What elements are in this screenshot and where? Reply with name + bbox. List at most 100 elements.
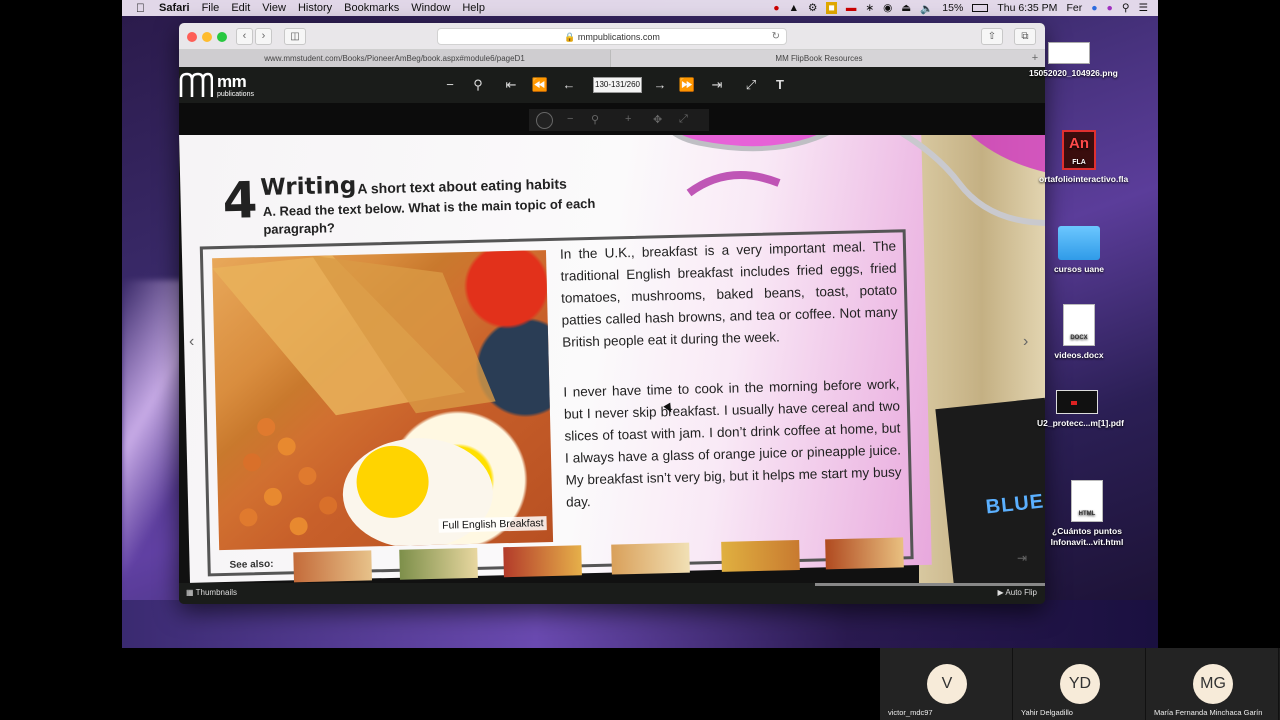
folder-icon — [1058, 226, 1100, 260]
image-file-icon — [1048, 42, 1090, 64]
address-bar[interactable]: 🔒 mmpublications.com ↻ — [437, 28, 787, 45]
next-page-arrow-icon[interactable]: › — [1023, 333, 1028, 351]
fullscreen-icon[interactable]: ⤢ — [741, 76, 761, 94]
logo-subtext: publications — [217, 90, 254, 98]
reading-paragraph-2: I never have time to cook in the morning… — [563, 376, 902, 510]
thumbnails-button[interactable]: ▦ Thumbnails — [186, 588, 237, 597]
creative-cloud-icon[interactable]: ● — [773, 2, 779, 14]
flipbook-toolbar: mm publications − ⚲ ⇤ ⏪ ← 130-131/260 → … — [179, 67, 1045, 103]
user-name[interactable]: Fer — [1066, 2, 1082, 14]
back-arrow-icon[interactable]: ‹ — [236, 28, 253, 45]
docx-subtype: DOCX — [1070, 335, 1088, 341]
battery-icon[interactable] — [972, 4, 989, 12]
minimize-window-icon[interactable] — [202, 32, 212, 42]
macos-menubar:  Safari File Edit View History Bookmark… — [122, 0, 1158, 16]
share-icon[interactable]: ⇧ — [981, 28, 1003, 45]
bluetooth-icon[interactable]: ∗ — [865, 2, 874, 14]
participant-tile[interactable]: V victor_mdc97 — [880, 648, 1013, 720]
previous-page-arrow-icon[interactable]: ‹ — [189, 333, 194, 351]
zoom-minus-icon[interactable]: − — [567, 113, 573, 125]
screen:  Safari File Edit View History Bookmark… — [0, 0, 1280, 720]
desktop-icon-html[interactable]: HTML ¿Cuántos puntos Infonavit...vit.htm… — [1047, 480, 1127, 548]
participant-tile[interactable]: YD Yahir Delgadillo — [1013, 648, 1146, 720]
zoom-out-icon[interactable]: − — [440, 76, 460, 94]
see-also-thumbnail-4[interactable] — [611, 542, 690, 575]
notification-center-icon[interactable]: ☰ — [1139, 2, 1148, 14]
desktop-icon-fla[interactable]: An FLA ortafoliointeractivo.fla — [1039, 130, 1128, 185]
see-also-thumbnail-5[interactable] — [721, 539, 800, 572]
text-tool-icon[interactable]: T — [770, 76, 790, 94]
menu-view[interactable]: View — [256, 2, 292, 14]
desktop-icon-docx[interactable]: DOCX videos.docx — [1039, 304, 1119, 361]
forward-arrow-icon[interactable]: › — [255, 28, 272, 45]
zoom-app-icon[interactable]: ● — [1091, 2, 1097, 14]
see-also-thumbnail-1[interactable] — [293, 550, 372, 583]
avatar: YD — [1060, 664, 1100, 704]
pdf-file-icon — [1056, 390, 1098, 414]
desktop-icon-label: videos.docx — [1054, 350, 1104, 360]
close-window-icon[interactable] — [187, 32, 197, 42]
settings-icon[interactable]: ⚙ — [808, 2, 817, 14]
see-also-thumbnail-3[interactable] — [503, 545, 582, 578]
mm-publications-logo: mm publications — [179, 71, 254, 99]
auto-flip-button[interactable]: ▶ Auto Flip — [997, 588, 1037, 597]
menu-bookmarks[interactable]: Bookmarks — [338, 2, 405, 14]
menubar-status-area: ● ▲ ⚙ ■ ▬ ∗ ◉ ⏏ 🔈 15% Thu 6:35 PM Fer ● … — [773, 0, 1148, 16]
flag-icon[interactable]: ▬ — [846, 2, 857, 14]
zoom-magnifier-icon[interactable]: ⚲ — [591, 113, 599, 126]
fullscreen-window-icon[interactable] — [217, 32, 227, 42]
rewind-icon[interactable]: ⏪ — [530, 76, 550, 94]
animate-glyph: An — [1069, 135, 1089, 152]
search-icon[interactable]: ⚲ — [468, 76, 488, 94]
menu-window[interactable]: Window — [405, 2, 456, 14]
logo-text: mm — [217, 71, 247, 91]
siri-icon[interactable]: ● — [1107, 2, 1113, 14]
eject-icon[interactable]: ⏏ — [901, 2, 911, 14]
previous-page-icon[interactable]: ← — [559, 76, 579, 94]
zoom-drag-icon[interactable]: ✥ — [653, 113, 662, 126]
desktop-icon-label: ¿Cuántos puntos Infonavit...vit.html — [1050, 526, 1124, 547]
desktop-icon-pdf[interactable]: U2_protecc...m[1].pdf — [1037, 390, 1124, 429]
spotlight-search-icon[interactable]: ⚲ — [1122, 2, 1130, 14]
reload-icon[interactable]: ↻ — [772, 29, 780, 45]
lock-icon[interactable]: ■ — [826, 2, 837, 14]
see-also-thumbnail-6[interactable] — [825, 537, 904, 570]
see-also-thumbnail-2[interactable] — [399, 547, 478, 580]
animate-subtype: FLA — [1072, 159, 1086, 166]
desktop-icon-png[interactable]: 15052020_104926.png — [1029, 42, 1118, 79]
participant-tile[interactable]: MG María Fernanda Minchaca Garín — [1146, 648, 1279, 720]
menu-edit[interactable]: Edit — [225, 2, 256, 14]
desktop-icon-folder[interactable]: cursos uane — [1039, 226, 1119, 275]
tab-flipbook[interactable]: www.mmstudent.com/Books/PioneerAmBeg/boo… — [179, 50, 611, 67]
tab-resources[interactable]: MM FlipBook Resources — [611, 50, 1027, 67]
sidebar-toggle-icon[interactable]: ◫ — [284, 28, 306, 45]
horizontal-scrollbar[interactable] — [815, 583, 1045, 586]
first-page-icon[interactable]: ⇤ — [501, 76, 521, 94]
volume-icon[interactable]: 🔈 — [920, 2, 933, 15]
zoom-plus-icon[interactable]: + — [625, 113, 631, 125]
safari-titlebar: ‹ › ◫ 🔒 mmpublications.com ↻ ⇧ ⧉ — [179, 23, 1045, 50]
menu-app-name[interactable]: Safari — [153, 2, 196, 14]
auto-flip-label: Auto Flip — [1005, 588, 1037, 597]
zoom-reset-icon[interactable] — [536, 112, 553, 129]
desktop-icon-label: cursos uane — [1053, 264, 1105, 274]
shield-icon[interactable]: ▲ — [789, 2, 799, 14]
page-number-input[interactable]: 130-131/260 — [593, 77, 642, 93]
mm-logo-icon — [179, 72, 213, 97]
menu-file[interactable]: File — [196, 2, 226, 14]
zoom-controls: − ⚲ + ✥ ⤢ — [529, 109, 709, 131]
zoom-fit-icon[interactable]: ⤢ — [679, 113, 688, 126]
blue-book-photo: BLUE — [935, 397, 1045, 583]
clock[interactable]: Thu 6:35 PM — [997, 2, 1057, 14]
wifi-icon[interactable]: ◉ — [883, 2, 892, 14]
fast-forward-icon[interactable]: ⏩ — [677, 76, 697, 94]
next-page-icon[interactable]: → — [650, 76, 670, 94]
wallpaper-bottom — [122, 600, 1158, 648]
last-page-icon[interactable]: ⇥ — [707, 76, 727, 94]
apple-menu-icon[interactable]:  — [122, 1, 153, 15]
menu-help[interactable]: Help — [456, 2, 491, 14]
last-page-arrow-icon[interactable]: ⇥ — [1017, 551, 1027, 565]
exercise-instruction: A. Read the text below. What is the main… — [262, 195, 596, 237]
flipbook-viewer: BLUE 4 Writing A short text about eating… — [179, 103, 1045, 583]
menu-history[interactable]: History — [292, 2, 338, 14]
